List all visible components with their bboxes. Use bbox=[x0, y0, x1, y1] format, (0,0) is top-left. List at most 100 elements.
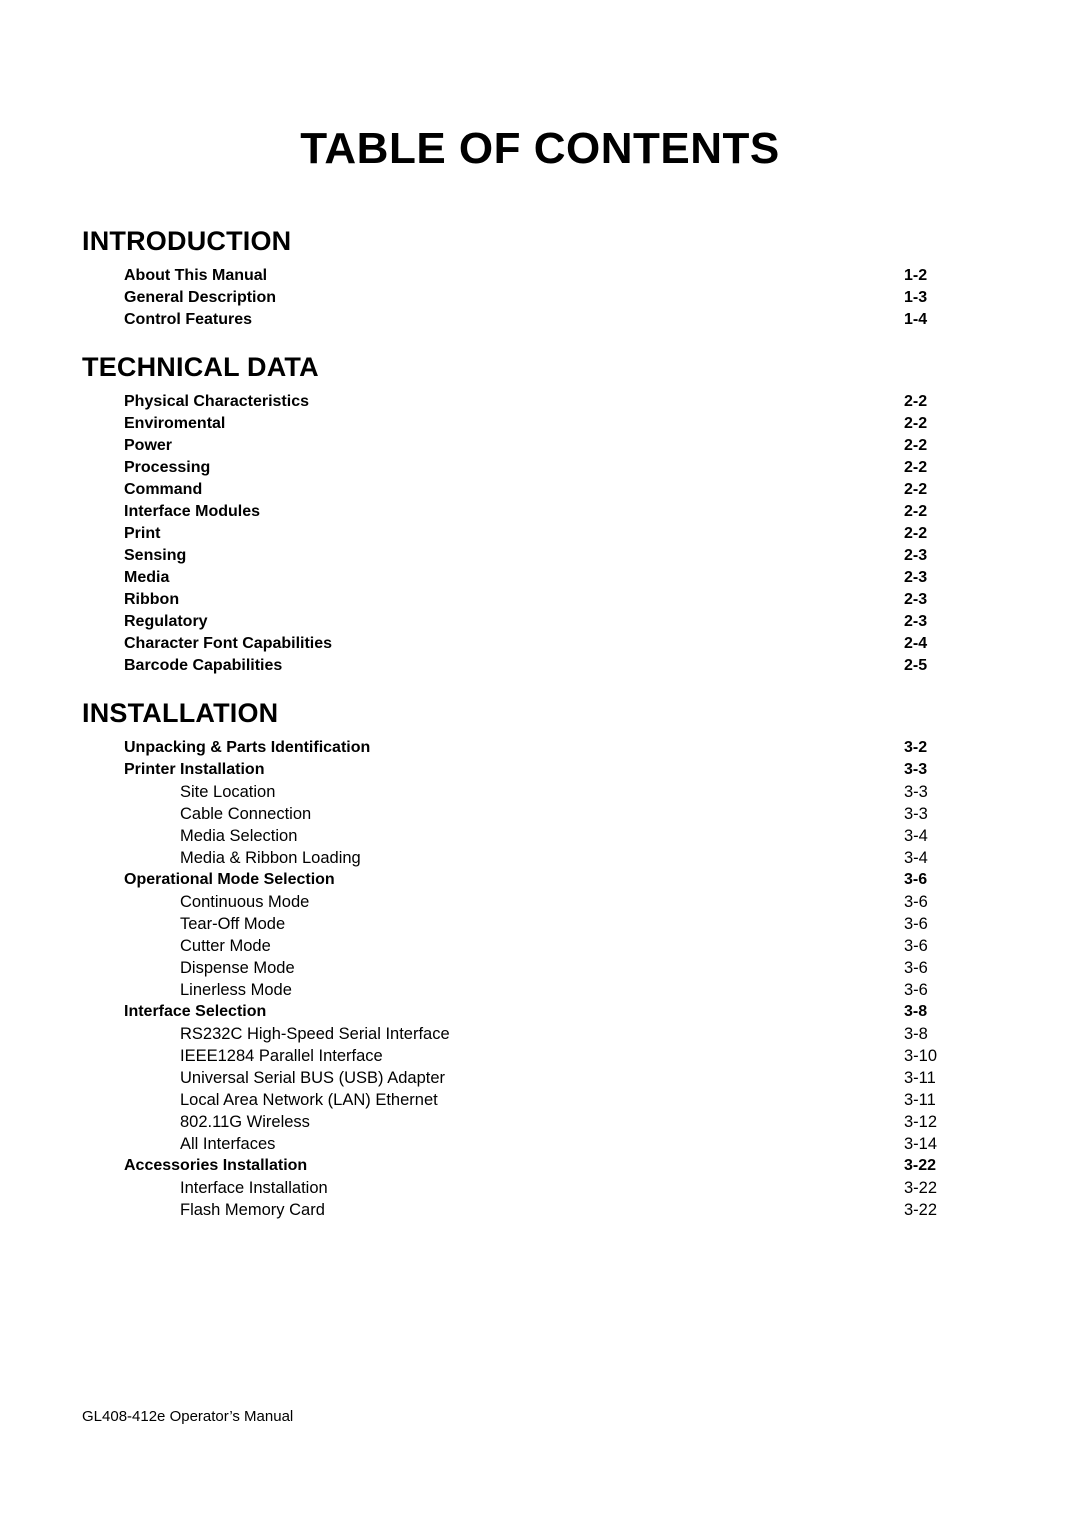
toc-entry-label: Cutter Mode bbox=[180, 937, 271, 955]
toc-entry-page-number: 3-6 bbox=[904, 915, 928, 933]
toc-entry-page-number: 3-10 bbox=[904, 1047, 938, 1065]
toc-entry[interactable]: Regulatory 2-3 bbox=[82, 611, 998, 633]
toc-entry-label: Media Selection bbox=[180, 827, 298, 845]
toc-entry-page-number: 2-2 bbox=[904, 525, 928, 542]
toc-entry[interactable]: 802.11G Wireless 3-12 bbox=[82, 1111, 998, 1133]
toc-entry-page-number: 2-3 bbox=[904, 591, 928, 608]
toc-entry-label: Site Location bbox=[180, 783, 276, 801]
toc-entry-page-number: 2-2 bbox=[904, 393, 928, 410]
toc-entry-label: IEEE1284 Parallel Interface bbox=[180, 1047, 383, 1065]
toc-entry[interactable]: Control Features 1-4 bbox=[82, 309, 998, 331]
toc-entry-page-number: 1-2 bbox=[904, 267, 928, 284]
table-of-contents: INTRODUCTION About This Manual 1-2 General … bbox=[82, 228, 998, 1221]
toc-entry-page-number: 2-5 bbox=[904, 657, 928, 674]
toc-entry[interactable]: Interface Modules 2-2 bbox=[82, 501, 998, 523]
toc-entry-label: About This Manual bbox=[124, 267, 268, 284]
toc-entry[interactable]: Flash Memory Card 3-22 bbox=[82, 1199, 998, 1221]
toc-entry-page-number: 3-22 bbox=[904, 1157, 937, 1174]
toc-entry[interactable]: Processing 2-2 bbox=[82, 457, 998, 479]
toc-entry-label: Dispense Mode bbox=[180, 959, 295, 977]
toc-entry-list: About This Manual 1-2 General Description 1… bbox=[82, 265, 998, 331]
toc-entry-label: Continuous Mode bbox=[180, 893, 310, 911]
toc-entry-page-number: 3-14 bbox=[904, 1135, 938, 1153]
toc-entry[interactable]: Barcode Capabilities 2-5 bbox=[82, 655, 998, 677]
toc-entry[interactable]: About This Manual 1-2 bbox=[82, 265, 998, 287]
toc-entry[interactable]: Interface Installation 3-22 bbox=[82, 1177, 998, 1199]
toc-entry-page-number: 3-6 bbox=[904, 893, 928, 911]
toc-entry-page-number: 3-6 bbox=[904, 959, 928, 977]
toc-entry[interactable]: Ribbon 2-3 bbox=[82, 589, 998, 611]
toc-entry-label: Media bbox=[124, 569, 170, 586]
toc-entry-label: General Description bbox=[124, 289, 277, 306]
toc-entry[interactable]: Command 2-2 bbox=[82, 479, 998, 501]
toc-entry-label: Physical Characteristics bbox=[124, 393, 309, 410]
toc-entry-page-number: 3-8 bbox=[904, 1003, 928, 1020]
toc-entry[interactable]: Physical Characteristics 2-2 bbox=[82, 391, 998, 413]
toc-page: TABLE OF CONTENTS INTRODUCTION About This… bbox=[0, 0, 1080, 1528]
toc-entry-label: Enviromental bbox=[124, 415, 226, 432]
toc-entry-label: Regulatory bbox=[124, 613, 208, 630]
toc-entry-label: Linerless Mode bbox=[180, 981, 292, 999]
toc-entry-label: Flash Memory Card bbox=[180, 1201, 325, 1219]
toc-entry-label: Processing bbox=[124, 459, 211, 476]
toc-entry[interactable]: Print 2-2 bbox=[82, 523, 998, 545]
toc-entry-label: Interface Selection bbox=[124, 1003, 267, 1020]
toc-entry-label: Operational Mode Selection bbox=[124, 871, 335, 888]
toc-entry-page-number: 3-11 bbox=[904, 1069, 936, 1087]
toc-entry-page-number: 3-22 bbox=[904, 1201, 938, 1219]
toc-entry[interactable]: Interface Selection 3-8 bbox=[82, 1001, 998, 1023]
toc-entry-page-number: 3-6 bbox=[904, 937, 928, 955]
toc-entry-list: Unpacking & Parts Identification 3-2 Print… bbox=[82, 737, 998, 1221]
toc-entry-page-number: 1-4 bbox=[904, 311, 928, 328]
toc-entry[interactable]: Tear-Off Mode 3-6 bbox=[82, 913, 998, 935]
section-heading: INTRODUCTION bbox=[82, 226, 292, 256]
section-heading: INSTALLATION bbox=[82, 698, 279, 728]
toc-section: TECHNICAL DATA Physical Characteristics 2-… bbox=[82, 354, 998, 677]
toc-entry[interactable]: Universal Serial BUS (USB) Adapter 3-11 bbox=[82, 1067, 998, 1089]
toc-entry-label: Accessories Installation bbox=[124, 1157, 308, 1174]
toc-entry[interactable]: Linerless Mode 3-6 bbox=[82, 979, 998, 1001]
toc-entry-page-number: 3-3 bbox=[904, 805, 928, 823]
toc-entry-page-number: 2-3 bbox=[904, 547, 928, 564]
toc-entry[interactable]: All Interfaces 3-14 bbox=[82, 1133, 998, 1155]
toc-entry-page-number: 2-2 bbox=[904, 415, 928, 432]
toc-entry-page-number: 2-4 bbox=[904, 635, 928, 652]
toc-entry[interactable]: Character Font Capabilities 2-4 bbox=[82, 633, 998, 655]
toc-entry[interactable]: Accessories Installation 3-22 bbox=[82, 1155, 998, 1177]
toc-entry[interactable]: Continuous Mode 3-6 bbox=[82, 891, 998, 913]
toc-entry-page-number: 3-11 bbox=[904, 1091, 936, 1109]
toc-entry-label: Media & Ribbon Loading bbox=[180, 849, 361, 867]
toc-entry[interactable]: Cutter Mode 3-6 bbox=[82, 935, 998, 957]
toc-entry[interactable]: Sensing 2-3 bbox=[82, 545, 998, 567]
toc-entry-label: Print bbox=[124, 525, 161, 542]
toc-entry-page-number: 3-22 bbox=[904, 1179, 938, 1197]
toc-entry[interactable]: IEEE1284 Parallel Interface 3-10 bbox=[82, 1045, 998, 1067]
toc-entry[interactable]: Power 2-2 bbox=[82, 435, 998, 457]
toc-entry-label: RS232C High-Speed Serial Interface bbox=[180, 1025, 450, 1043]
toc-entry-page-number: 2-2 bbox=[904, 503, 928, 520]
toc-entry[interactable]: Printer Installation 3-3 bbox=[82, 759, 998, 781]
toc-entry-label: 802.11G Wireless bbox=[180, 1113, 310, 1131]
toc-entry-page-number: 2-3 bbox=[904, 569, 928, 586]
toc-entry-label: Command bbox=[124, 481, 203, 498]
toc-entry-page-number: 2-2 bbox=[904, 481, 928, 498]
toc-entry[interactable]: Dispense Mode 3-6 bbox=[82, 957, 998, 979]
toc-entry[interactable]: General Description 1-3 bbox=[82, 287, 998, 309]
toc-entry[interactable]: Local Area Network (LAN) Ethernet 3-11 bbox=[82, 1089, 998, 1111]
toc-entry-page-number: 3-8 bbox=[904, 1025, 928, 1043]
toc-entry[interactable]: Unpacking & Parts Identification 3-2 bbox=[82, 737, 998, 759]
toc-entry-page-number: 3-12 bbox=[904, 1113, 938, 1131]
toc-entry-page-number: 2-3 bbox=[904, 613, 928, 630]
toc-entry[interactable]: Media & Ribbon Loading 3-4 bbox=[82, 847, 998, 869]
toc-entry-page-number: 3-2 bbox=[904, 739, 928, 756]
toc-entry[interactable]: Site Location 3-3 bbox=[82, 781, 998, 803]
toc-entry[interactable]: Enviromental 2-2 bbox=[82, 413, 998, 435]
toc-entry[interactable]: RS232C High-Speed Serial Interface 3-8 bbox=[82, 1023, 998, 1045]
toc-entry[interactable]: Media Selection 3-4 bbox=[82, 825, 998, 847]
toc-entry[interactable]: Media 2-3 bbox=[82, 567, 998, 589]
page-title: TABLE OF CONTENTS bbox=[300, 124, 780, 173]
toc-entry[interactable]: Operational Mode Selection 3-6 bbox=[82, 869, 998, 891]
toc-entry-page-number: 3-4 bbox=[904, 827, 928, 845]
toc-entry[interactable]: Cable Connection 3-3 bbox=[82, 803, 998, 825]
toc-entry-label: Local Area Network (LAN) Ethernet bbox=[180, 1091, 438, 1109]
